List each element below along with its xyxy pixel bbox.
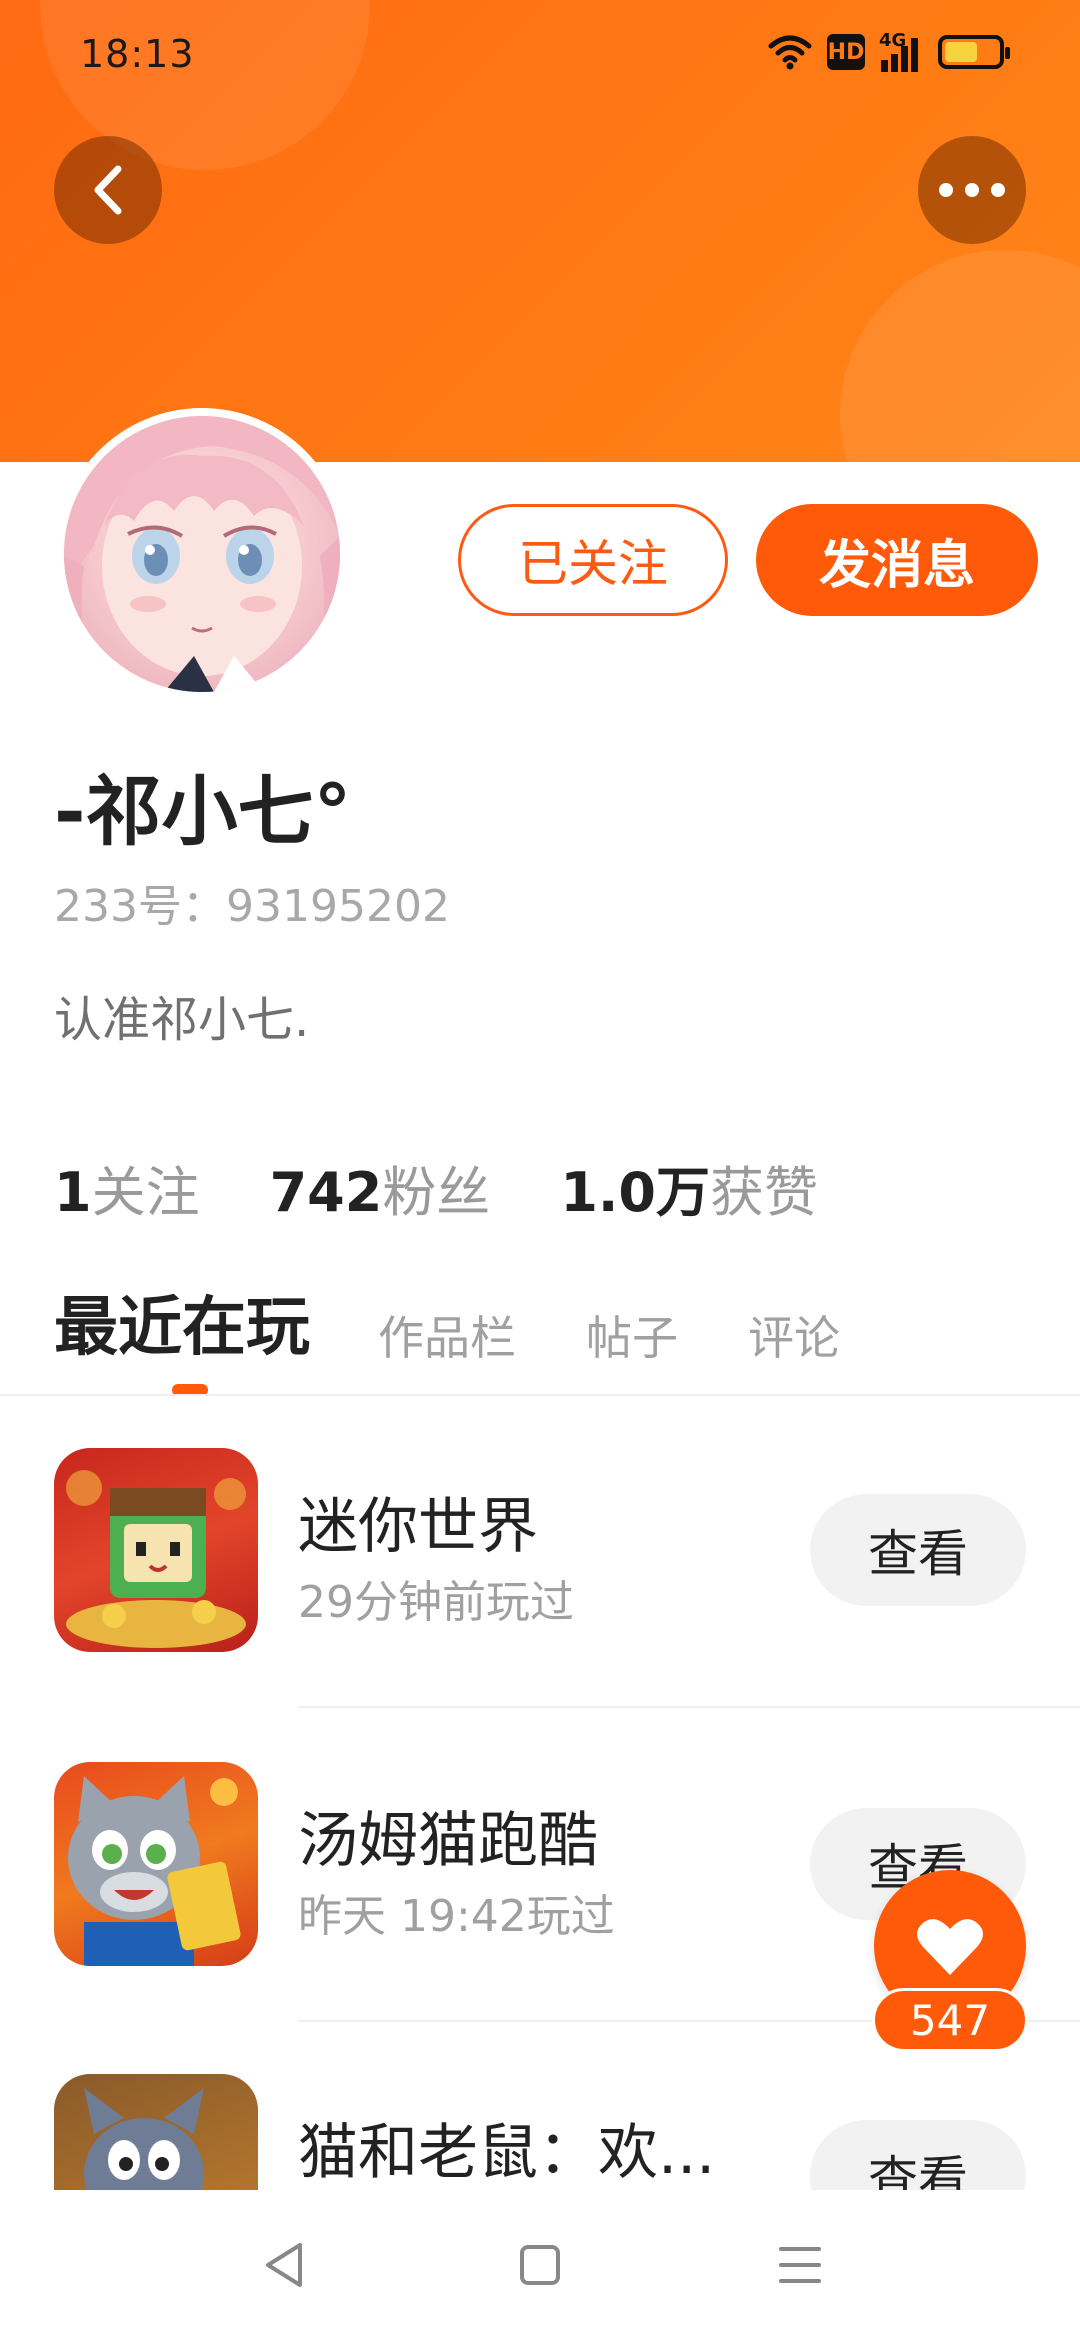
tab-posts[interactable]: 帖子 [586,1302,678,1380]
stat-fans-value: 742 [269,1161,383,1224]
more-dots-icon [939,183,1005,197]
wifi-icon [768,35,812,70]
nav-back-button[interactable] [244,2190,324,2340]
game-title: 猫和老鼠：欢... [298,2118,716,2188]
stat-following[interactable]: 1关注 [54,1148,200,1227]
tab-works[interactable]: 作品栏 [378,1302,516,1380]
like-count-badge: 547 [872,1988,1028,2052]
status-icons: HD 4G [767,30,1010,72]
tab-comments[interactable]: 评论 [748,1302,840,1380]
stat-fans-label: 粉丝 [382,1161,491,1224]
back-button[interactable] [54,136,162,244]
stat-likes[interactable]: 1.0万获赞 [560,1148,818,1227]
nav-home-button[interactable] [500,2190,580,2340]
tab-recently-played[interactable]: 最近在玩 [54,1276,310,1380]
stat-following-label: 关注 [91,1161,200,1224]
stat-fans[interactable]: 742粉丝 [270,1148,491,1227]
game-icon-talking-tom [54,1762,258,1966]
list-item[interactable]: 猫和老鼠：欢... 查看 [0,2074,1080,2190]
profile-nickname: -祁小七° [54,767,352,856]
battery-icon [938,35,1010,69]
more-options-button[interactable] [918,136,1026,244]
signal-4g-icon: 4G [879,30,918,72]
status-time: 18:13 [80,32,195,76]
status-bar: 18:13 HD 4G [0,0,1080,110]
game-title: 汤姆猫跑酷 [298,1806,598,1876]
network-type-label: 4G [879,30,907,51]
triangle-back-icon [266,2243,302,2287]
list-item[interactable]: 迷你世界 29分钟前玩过 查看 [0,1448,1080,1708]
divider [0,1394,1080,1396]
game-icon-tom-and-jerry [54,2074,258,2190]
stat-likes-value: 1.0万 [560,1161,710,1224]
heart-icon [917,1919,983,1975]
game-last-played: 昨天 19:42玩过 [298,1891,615,1942]
following-button[interactable]: 已关注 [458,504,728,616]
game-title: 迷你世界 [298,1492,538,1562]
send-message-button[interactable]: 发消息 [756,504,1038,616]
view-game-button[interactable]: 查看 [810,2120,1026,2190]
nav-menu-button[interactable] [760,2190,840,2340]
menu-lines-icon [779,2247,821,2283]
game-last-played: 29分钟前玩过 [298,1577,574,1628]
profile-bio: 认准祁小七. [54,992,310,1048]
profile-uid: 233号：93195202 [54,881,450,932]
view-game-button[interactable]: 查看 [810,1494,1026,1606]
avatar[interactable] [56,408,348,700]
game-icon-mini-world [54,1448,258,1652]
profile-stats: 1关注 742粉丝 1.0万获赞 [54,1148,818,1227]
avatar-image [64,416,340,692]
stat-following-value: 1 [54,1161,92,1224]
chevron-left-icon [94,165,122,215]
profile-tabs: 最近在玩 作品栏 帖子 评论 [54,1280,910,1380]
hd-icon: HD [827,34,865,70]
stat-likes-label: 获赞 [709,1161,818,1224]
divider [298,1706,1080,1708]
banner-decoration [840,250,1080,462]
square-home-icon [520,2245,560,2285]
